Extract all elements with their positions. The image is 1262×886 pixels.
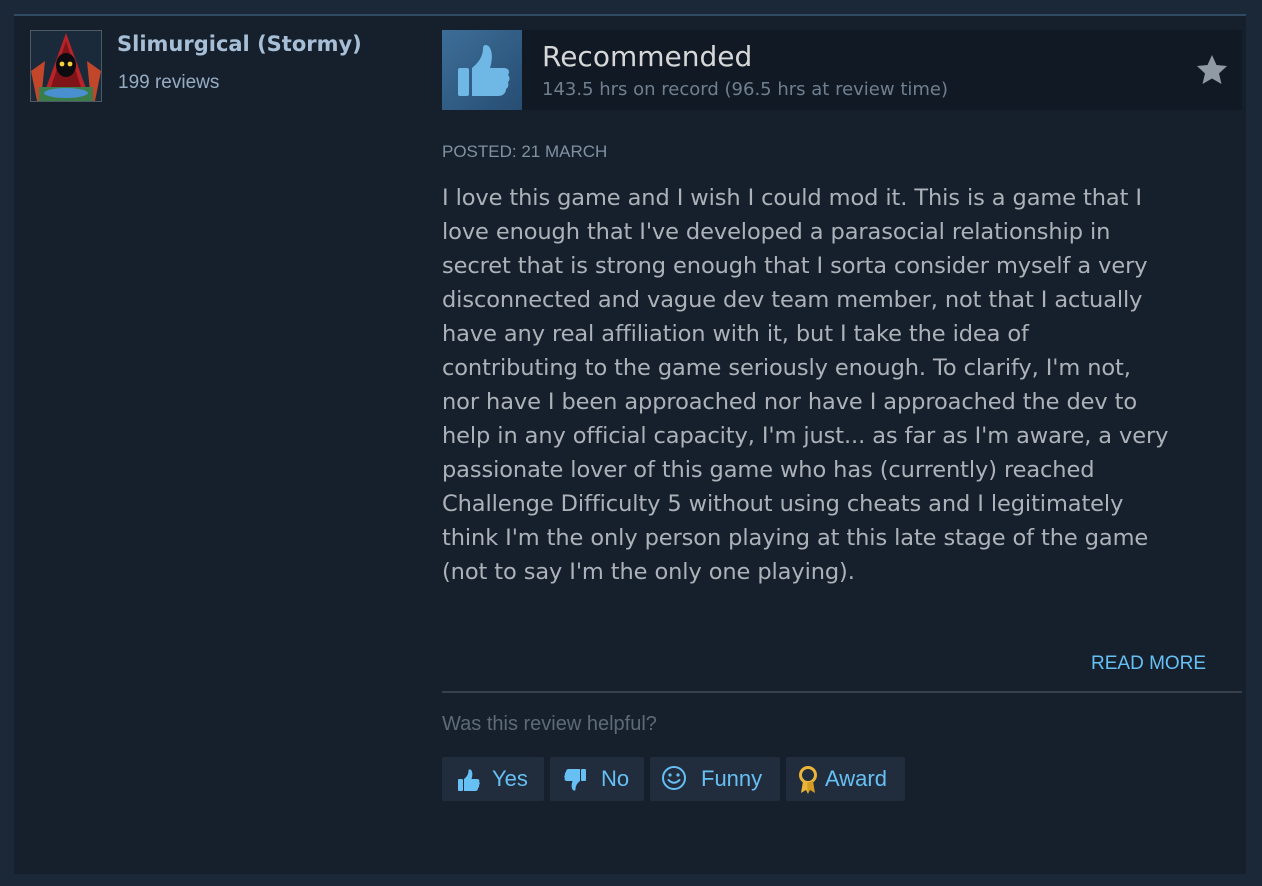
thumbs-up-icon <box>442 30 522 110</box>
review-line: passionate lover of this game who has (c… <box>442 457 1095 483</box>
smiley-icon <box>660 764 688 792</box>
read-more-link[interactable]: READ MORE <box>1091 653 1206 675</box>
helpful-prompt: Was this review helpful? <box>442 713 657 735</box>
review-line: secret that is strong enough that I sort… <box>442 253 1148 279</box>
verdict-header[interactable]: Recommended 143.5 hrs on record (96.5 hr… <box>442 30 1242 110</box>
posted-date: POSTED: 21 MARCH <box>442 142 608 161</box>
author-name[interactable]: Slimurgical (Stormy) <box>117 32 362 56</box>
award-ribbon-icon <box>794 765 822 794</box>
hours-on-record: 143.5 hrs on record (96.5 hrs at review … <box>542 79 949 100</box>
no-label: No <box>601 766 630 791</box>
funny-button[interactable]: Funny <box>650 757 780 801</box>
hooded-figure-avatar-icon <box>31 31 101 101</box>
review-line: help in any official capacity, I'm just.… <box>442 423 1169 449</box>
yes-label: Yes <box>492 766 528 791</box>
verdict-title: Recommended <box>542 40 753 73</box>
author-review-count[interactable]: 199 reviews <box>118 72 219 94</box>
no-button[interactable]: No <box>550 757 644 801</box>
review-line: disconnected and vague dev team member, … <box>442 287 1143 313</box>
award-label: Award <box>825 766 887 791</box>
thumbs-down-icon <box>562 766 590 794</box>
divider <box>442 691 1242 693</box>
review-line: nor have I been approached nor have I ap… <box>442 389 1138 415</box>
review-line: I love this game and I wish I could mod … <box>442 185 1142 211</box>
review-line: contributing to the game seriously enoug… <box>442 355 1131 381</box>
review-body: I love this game and I wish I could mod … <box>442 181 1232 589</box>
funny-label: Funny <box>701 766 763 791</box>
review-line: (not to say I'm the only one playing). <box>442 559 855 585</box>
review-line: Challenge Difficulty 5 without using che… <box>442 491 1124 517</box>
thumbs-up-icon <box>454 766 482 794</box>
review-line: love enough that I've developed a paraso… <box>442 219 1111 245</box>
review-line: have any real affiliation with it, but I… <box>442 321 1029 347</box>
review-line: think I'm the only person playing at thi… <box>442 525 1149 551</box>
author-avatar[interactable] <box>30 30 102 102</box>
yes-button[interactable]: Yes <box>442 757 544 801</box>
award-button[interactable]: Award <box>786 757 905 801</box>
review-page: Slimurgical (Stormy) 199 reviews Recomme… <box>0 0 1262 886</box>
star-icon[interactable] <box>1194 52 1230 88</box>
review-card: Slimurgical (Stormy) 199 reviews Recomme… <box>14 14 1246 874</box>
